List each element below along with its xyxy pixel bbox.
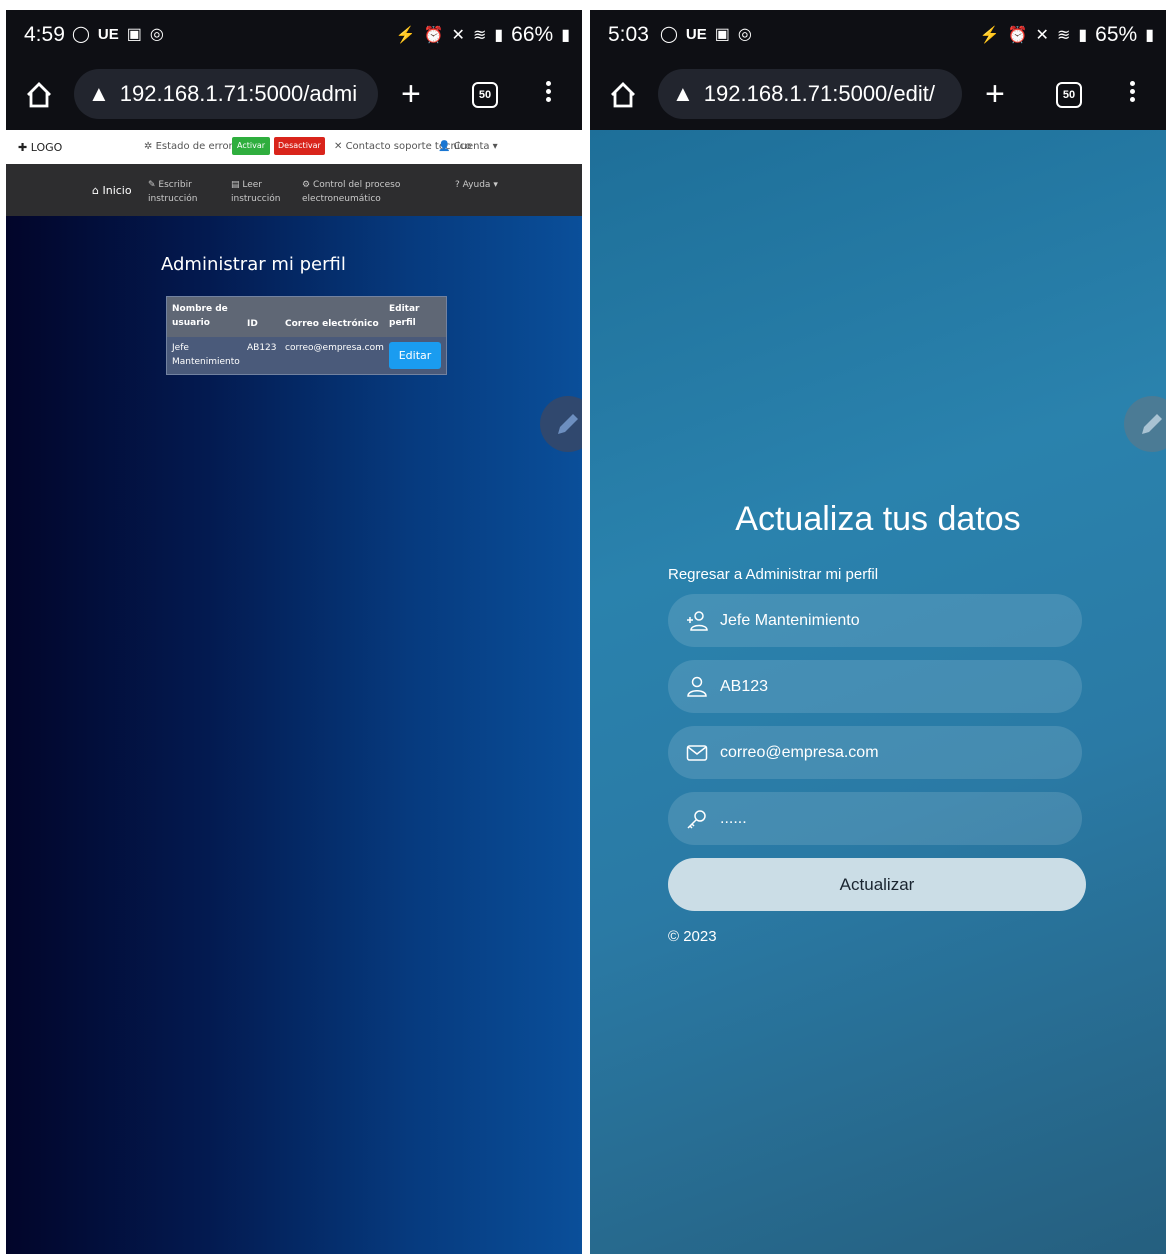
admin-page: ✚ LOGO ✲ Estado de error: Activar Desact… — [6, 130, 582, 1254]
status-right-icons: ⚡ ⏰ ✕ ≋ ▮ 66% ▮ — [396, 23, 570, 47]
carrier-label: UE — [685, 25, 707, 43]
form-title: Actualiza tus datos — [735, 500, 1021, 538]
cell-usuario: Jefe Mantenimiento — [172, 343, 240, 367]
shield-icon: ◎ — [737, 26, 752, 43]
copyright: © 2023 — [668, 928, 717, 945]
user-add-icon — [686, 610, 708, 632]
header-usuario: Nombre de usuario — [172, 304, 228, 328]
nav-leer-instruccion[interactable]: ▤ Leer instrucción — [231, 178, 280, 206]
page-title: Administrar mi perfil — [161, 254, 346, 275]
mute-icon: ✕ — [451, 27, 465, 44]
carrier-label: UE — [97, 25, 119, 43]
signal-icon: ▮ — [494, 27, 504, 44]
update-button[interactable]: Actualizar — [668, 858, 1086, 911]
battery-icon: ▮ — [561, 27, 570, 44]
new-tab-icon[interactable]: + — [401, 74, 421, 114]
tabs-icon[interactable]: 50 — [472, 82, 498, 108]
email-input[interactable] — [720, 743, 1060, 762]
right-phone-screen: 5:03 ◯ UE ▣ ◎ ⚡ ⏰ ✕ ≋ ▮ 65% ▮ ▲ 192.168.… — [590, 10, 1166, 1254]
alarm-icon: ⏰ — [1007, 27, 1028, 44]
header-id: ID — [247, 319, 258, 329]
deactivate-button[interactable]: Desactivar — [274, 137, 325, 155]
cell-id: AB123 — [247, 343, 277, 353]
url-text: 192.168.1.71:5000/admi — [119, 81, 358, 106]
browser-toolbar: ▲ 192.168.1.71:5000/admi + 50 — [6, 60, 582, 130]
nav-ayuda[interactable]: ? Ayuda ▾ — [455, 178, 498, 192]
table-row: Jefe Mantenimiento AB123 correo@empresa.c… — [167, 337, 446, 374]
status-bar: 4:59 ◯ UE ▣ ◎ ⚡ ⏰ ✕ ≋ ▮ 66% ▮ — [6, 10, 582, 60]
wifi-icon: ≋ — [472, 27, 487, 44]
logo[interactable]: ✚ LOGO — [18, 141, 62, 154]
home-icon[interactable] — [24, 80, 54, 110]
wifi-icon: ≋ — [1056, 27, 1071, 44]
account-dropdown[interactable]: 👤 Cuenta ▾ — [438, 141, 498, 152]
tabs-icon[interactable]: 50 — [1056, 82, 1082, 108]
cell-correo: correo@empresa.com — [285, 343, 384, 353]
edit-page: Actualiza tus datos Regresar a Administr… — [590, 130, 1166, 1254]
gallery-icon: ▣ — [714, 26, 730, 43]
left-phone-screen: 4:59 ◯ UE ▣ ◎ ⚡ ⏰ ✕ ≋ ▮ 66% ▮ ▲ 192.168.… — [6, 10, 582, 1254]
warning-icon: ▲ — [672, 81, 694, 106]
browser-toolbar: ▲ 192.168.1.71:5000/edit/ + 50 — [590, 60, 1166, 130]
signal-icon: ▮ — [1078, 27, 1088, 44]
back-link[interactable]: Regresar a Administrar mi perfil — [668, 566, 878, 583]
whatsapp-icon: ◯ — [660, 26, 678, 43]
email-field[interactable] — [668, 726, 1082, 779]
url-text: 192.168.1.71:5000/edit/ — [703, 81, 935, 106]
username-field[interactable] — [668, 594, 1082, 647]
warning-icon: ▲ — [88, 81, 110, 106]
nav-escribir-instruccion[interactable]: ✎ Escribir instrucción — [148, 178, 197, 206]
table-header: Nombre de usuario ID Correo electrónico E… — [167, 297, 446, 337]
pencil-icon — [558, 414, 578, 434]
gallery-icon: ▣ — [126, 26, 142, 43]
password-field[interactable] — [668, 792, 1082, 845]
activate-button[interactable]: Activar — [232, 137, 271, 155]
pencil-icon — [1142, 414, 1162, 434]
status-right-icons: ⚡ ⏰ ✕ ≋ ▮ 65% ▮ — [980, 23, 1154, 47]
address-bar[interactable]: ▲ 192.168.1.71:5000/edit/ — [658, 69, 962, 119]
nav-inicio[interactable]: ⌂ Inicio — [92, 184, 132, 198]
error-state-label: ✲ Estado de error: — [144, 141, 236, 152]
status-left-icons: ◯ UE ▣ ◎ — [72, 24, 164, 44]
battery-percent: 65% — [1095, 23, 1138, 46]
new-tab-icon[interactable]: + — [985, 74, 1005, 114]
alarm-icon: ⏰ — [423, 27, 444, 44]
more-vert-icon[interactable] — [1130, 78, 1135, 105]
status-time: 5:03 — [608, 23, 649, 46]
edit-button[interactable]: Editar — [389, 342, 441, 369]
profile-table: Nombre de usuario ID Correo electrónico E… — [166, 296, 447, 375]
key-icon — [686, 808, 708, 830]
top-navbar: ✚ LOGO ✲ Estado de error: Activar Desact… — [6, 130, 582, 164]
status-time: 4:59 — [24, 23, 65, 46]
nfc-icon: ⚡ — [395, 27, 416, 44]
mail-icon — [686, 742, 708, 764]
whatsapp-icon: ◯ — [72, 26, 90, 43]
id-input[interactable] — [720, 677, 1060, 696]
nav-control-proceso[interactable]: ⚙ Control del proceso electroneumático — [302, 178, 400, 206]
header-editar: Editar perfil — [389, 304, 420, 328]
username-input[interactable] — [720, 611, 1060, 630]
main-navbar: ⌂ Inicio ✎ Escribir instrucción ▤ Leer ins… — [6, 164, 582, 216]
password-input[interactable] — [720, 809, 1060, 828]
nfc-icon: ⚡ — [979, 27, 1000, 44]
header-correo: Correo electrónico — [285, 319, 379, 329]
id-field[interactable] — [668, 660, 1082, 713]
battery-percent: 66% — [511, 23, 554, 46]
status-bar: 5:03 ◯ UE ▣ ◎ ⚡ ⏰ ✕ ≋ ▮ 65% ▮ — [590, 10, 1166, 60]
address-bar[interactable]: ▲ 192.168.1.71:5000/admi — [74, 69, 378, 119]
more-vert-icon[interactable] — [546, 78, 551, 105]
mute-icon: ✕ — [1035, 27, 1049, 44]
status-left-icons: ◯ UE ▣ ◎ — [660, 24, 752, 44]
user-icon — [686, 676, 708, 698]
shield-icon: ◎ — [149, 26, 164, 43]
battery-icon: ▮ — [1145, 27, 1154, 44]
home-icon[interactable] — [608, 80, 638, 110]
